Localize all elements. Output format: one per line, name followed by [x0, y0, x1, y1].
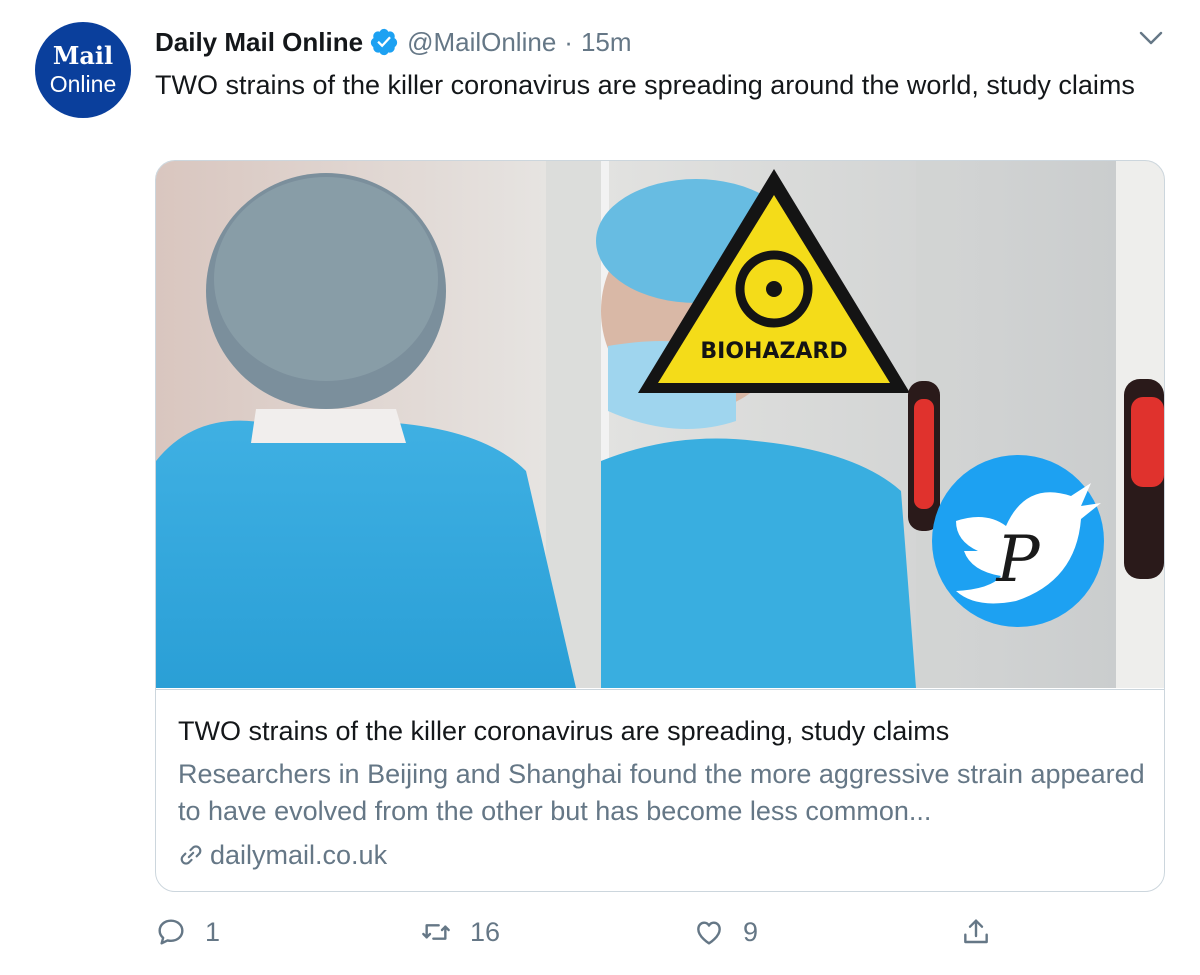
card-details[interactable]: TWO strains of the killer coronavirus ar… [156, 689, 1164, 891]
header-separator: · [564, 26, 573, 57]
tweet[interactable]: Mail Online Daily Mail Online @MailOnlin… [0, 0, 1200, 975]
card-domain-text: dailymail.co.uk [210, 840, 388, 870]
heart-icon [697, 921, 721, 945]
link-icon [180, 845, 202, 865]
card-title: TWO strains of the killer coronavirus ar… [178, 716, 950, 746]
card-domain[interactable]: dailymail.co.uk [178, 838, 387, 872]
author-name[interactable]: Daily Mail Online [155, 27, 363, 58]
reply-button[interactable]: 1 [155, 910, 220, 954]
like-count: 9 [743, 916, 759, 947]
svg-text:P: P [995, 523, 1040, 597]
share-button[interactable] [960, 910, 992, 954]
reply-icon [158, 919, 184, 945]
author-handle[interactable]: @MailOnline [407, 27, 556, 58]
tweet-timestamp[interactable]: 15m [581, 27, 632, 58]
avatar-text-line2: Online [49, 71, 117, 97]
sign-text: BIOHAZARD [700, 339, 847, 364]
reply-count: 1 [205, 916, 221, 947]
tweet-text: TWO strains of the killer coronavirus ar… [155, 70, 1135, 100]
like-button[interactable]: 9 [693, 910, 758, 954]
retweet-button[interactable]: 16 [420, 910, 500, 954]
avatar-text-line1: Mail [52, 41, 114, 70]
link-card[interactable]: BIOHAZARD P TWO strains of the killer co… [155, 160, 1165, 892]
tweet-actions: 1 16 9 [155, 910, 1155, 954]
chevron-down-icon[interactable] [1138, 28, 1164, 48]
card-image-illustration: BIOHAZARD P [156, 161, 1164, 688]
avatar[interactable]: Mail Online [35, 22, 131, 118]
share-icon [964, 919, 988, 944]
verified-badge-icon [370, 28, 398, 56]
retweet-count: 16 [470, 916, 501, 947]
retweet-icon [422, 924, 450, 940]
tweet-header: Daily Mail Online @MailOnline · 15m [155, 24, 632, 60]
card-image[interactable]: BIOHAZARD P [156, 161, 1164, 688]
card-description: Researchers in Beijing and Shanghai foun… [178, 759, 1145, 826]
